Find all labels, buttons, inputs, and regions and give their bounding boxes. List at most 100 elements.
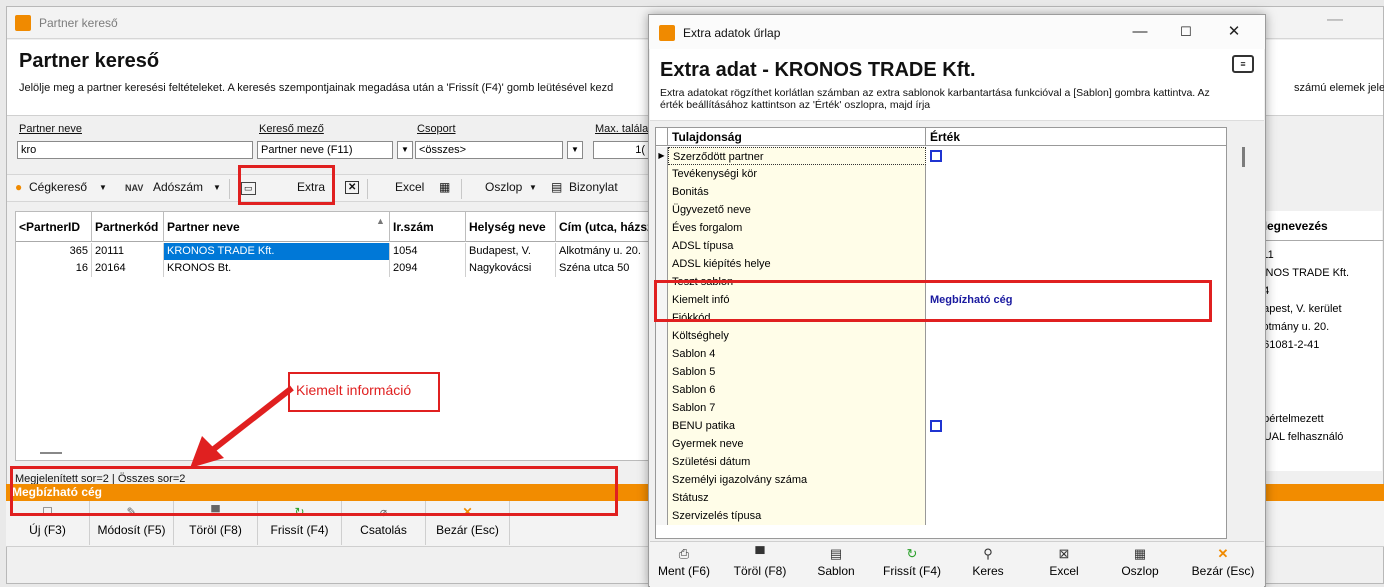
column-header[interactable]: Ir.szám — [390, 212, 466, 242]
maximize-icon[interactable]: ☐ — [1171, 21, 1201, 43]
template-button[interactable]: ▤ Sablon — [802, 542, 870, 586]
property-row[interactable]: Születési dátum — [656, 453, 1226, 471]
excel-button[interactable]: ⊠ Excel — [1030, 542, 1098, 586]
row-selector[interactable] — [656, 435, 668, 453]
row-selector[interactable] — [656, 417, 668, 435]
property-row[interactable]: Gyermek neve — [656, 435, 1226, 453]
row-selector[interactable] — [656, 345, 668, 363]
column-header[interactable]: Helység neve — [466, 212, 556, 242]
row-selector[interactable] — [656, 237, 668, 255]
cell-partner-id: 16 — [16, 260, 92, 277]
minimize-icon[interactable]: — — [1327, 11, 1343, 29]
search-field-select[interactable]: Partner neve (F11) — [257, 141, 393, 159]
row-selector[interactable] — [656, 183, 668, 201]
column-header[interactable]: Partnerkód — [92, 212, 164, 242]
property-value[interactable] — [926, 381, 1226, 399]
chevron-down-icon[interactable]: ▼ — [99, 183, 107, 192]
property-value[interactable] — [926, 435, 1226, 453]
checkbox[interactable] — [930, 150, 942, 162]
row-selector[interactable] — [656, 363, 668, 381]
property-value[interactable] — [926, 201, 1226, 219]
property-value[interactable] — [926, 255, 1226, 273]
property-value[interactable] — [926, 507, 1226, 525]
delete-button[interactable]: ▀ Töröl (F8) — [726, 542, 794, 586]
tax-number-button[interactable]: Adószám — [153, 180, 203, 194]
close-icon[interactable]: ✕ — [1219, 21, 1249, 43]
property-value[interactable] — [926, 147, 1226, 165]
row-selector[interactable] — [656, 399, 668, 417]
property-value[interactable] — [926, 327, 1226, 345]
chevron-down-icon[interactable]: ▼ — [529, 183, 537, 192]
row-selector[interactable] — [656, 453, 668, 471]
property-row[interactable]: ADSL típusa — [656, 237, 1226, 255]
property-row[interactable]: Sablon 5 — [656, 363, 1226, 381]
delete-box-icon[interactable]: ✕ — [345, 181, 360, 194]
property-row[interactable]: Sablon 6 — [656, 381, 1226, 399]
property-row[interactable]: Szervizelés típusa — [656, 507, 1226, 525]
max-results-input[interactable]: 1( — [593, 141, 649, 159]
value-column-header[interactable]: Érték — [926, 128, 1226, 146]
row-selector[interactable] — [656, 381, 668, 399]
close-button[interactable]: ✕ Bezár (Esc) — [1184, 542, 1262, 586]
property-row[interactable]: Sablon 4 — [656, 345, 1226, 363]
property-column-header[interactable]: Tulajdonság — [668, 128, 926, 146]
row-selector[interactable] — [656, 471, 668, 489]
chevron-down-icon[interactable]: ▼ — [213, 183, 221, 192]
property-value[interactable] — [926, 345, 1226, 363]
refresh-button[interactable]: ↻ Frissít (F4) — [878, 542, 946, 586]
attach-button-label: Csatolás — [360, 523, 407, 537]
group-select[interactable]: <összes> — [415, 141, 563, 159]
row-selector[interactable] — [656, 507, 668, 525]
property-row[interactable]: Ügyvezető neve — [656, 201, 1226, 219]
document-button[interactable]: Bizonylat — [569, 180, 618, 194]
table-row[interactable]: 365 20111 KRONOS TRADE Kft. 1054 Budapes… — [16, 243, 656, 260]
row-selector[interactable] — [656, 201, 668, 219]
splitter-handle[interactable] — [40, 452, 62, 454]
property-row[interactable]: Sablon 7 — [656, 399, 1226, 417]
table-row[interactable]: 16 20164 KRONOS Bt. 2094 Nagykovácsi Szé… — [16, 260, 656, 277]
property-value[interactable] — [926, 453, 1226, 471]
property-value[interactable] — [926, 183, 1226, 201]
property-row[interactable]: Tevékenységi kör — [656, 165, 1226, 183]
excel-button[interactable]: Excel — [395, 180, 424, 194]
property-row[interactable]: ADSL kiépítés helye — [656, 255, 1226, 273]
column-header[interactable]: <PartnerID — [16, 212, 92, 242]
property-name: Szerződött partner — [668, 147, 926, 165]
property-row[interactable]: Éves forgalom — [656, 219, 1226, 237]
property-row[interactable]: Költséghely — [656, 327, 1226, 345]
property-value[interactable] — [926, 471, 1226, 489]
minimize-icon[interactable]: — — [1125, 21, 1155, 43]
column-button[interactable]: ▦ Oszlop — [1106, 542, 1174, 586]
row-selector[interactable] — [656, 219, 668, 237]
column-header[interactable]: Partner neve — [164, 212, 390, 242]
row-selector[interactable] — [656, 489, 668, 507]
property-value[interactable] — [926, 417, 1226, 435]
property-row[interactable]: ▶ Szerződött partner — [656, 147, 1226, 165]
scrollbar-thumb[interactable] — [1242, 147, 1245, 167]
company-search-button[interactable]: Cégkereső — [29, 180, 87, 194]
column-header[interactable]: Cím (utca, házsz — [556, 212, 656, 242]
property-value[interactable] — [926, 237, 1226, 255]
column-button[interactable]: Oszlop — [485, 180, 522, 194]
property-value[interactable] — [926, 165, 1226, 183]
property-row[interactable]: Bonitás — [656, 183, 1226, 201]
checkbox[interactable] — [930, 420, 942, 432]
row-selector[interactable] — [656, 255, 668, 273]
property-row[interactable]: BENU patika — [656, 417, 1226, 435]
property-value[interactable] — [926, 219, 1226, 237]
row-selector[interactable] — [656, 165, 668, 183]
search-button[interactable]: ⚲ Keres — [954, 542, 1022, 586]
property-row[interactable]: Státusz — [656, 489, 1226, 507]
save-button[interactable]: ⎙ Ment (F6) — [650, 542, 718, 586]
vertical-scrollbar[interactable] — [1231, 127, 1257, 539]
chevron-down-icon[interactable]: ▼ — [567, 141, 583, 159]
property-value[interactable] — [926, 363, 1226, 381]
chevron-down-icon[interactable]: ▼ — [397, 141, 413, 159]
row-selector[interactable] — [656, 327, 668, 345]
partner-name-input[interactable]: kro — [17, 141, 253, 159]
property-value[interactable] — [926, 489, 1226, 507]
detail-value: apértelmezett — [1257, 413, 1324, 425]
property-value[interactable] — [926, 399, 1226, 417]
row-selector[interactable]: ▶ — [656, 147, 668, 165]
property-row[interactable]: Személyi igazolvány száma — [656, 471, 1226, 489]
